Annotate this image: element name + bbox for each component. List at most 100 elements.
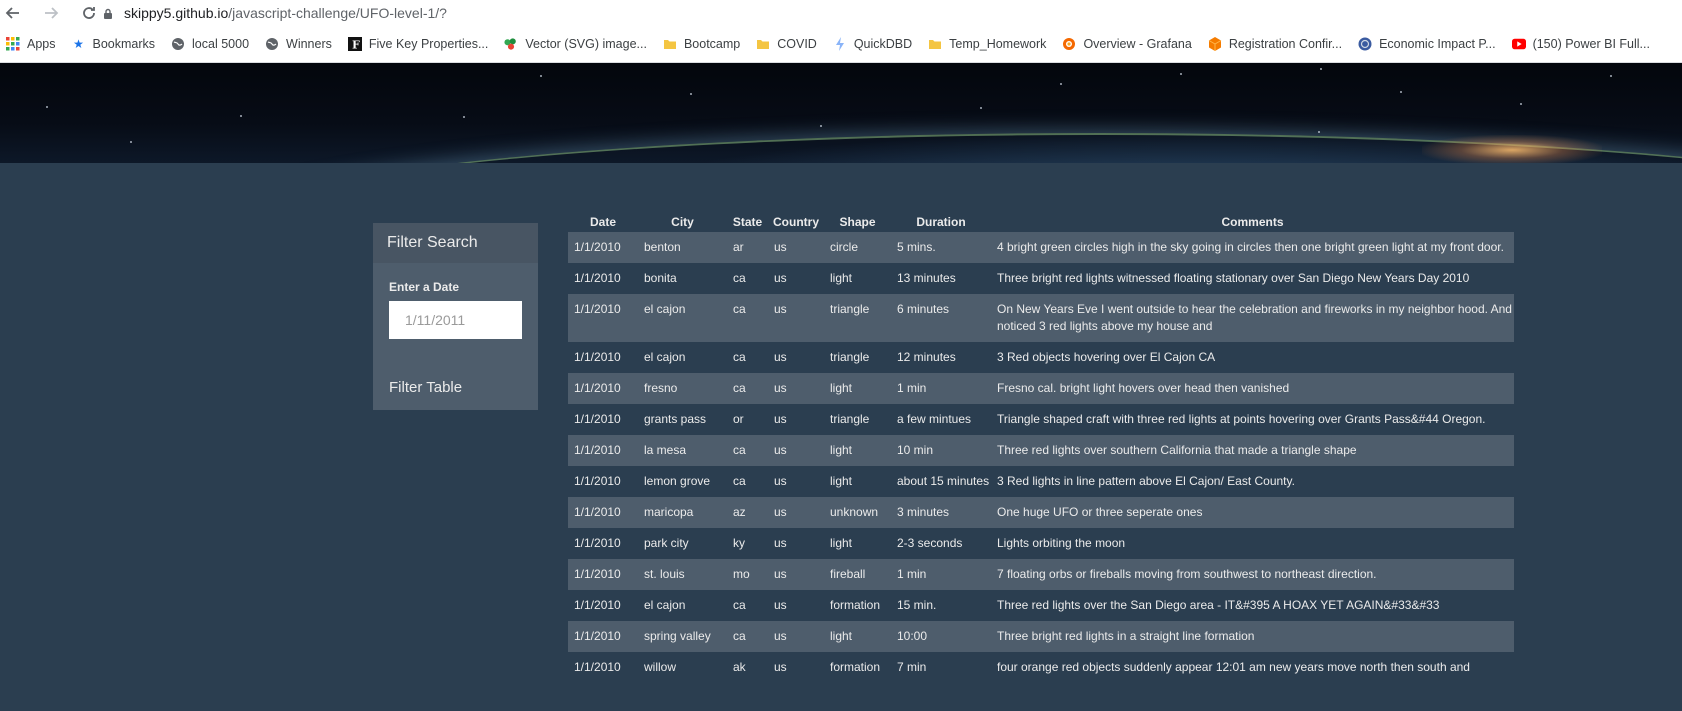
- cell-city: willow: [644, 660, 677, 674]
- cell-state: ca: [733, 350, 746, 364]
- cell-state: ca: [733, 474, 746, 488]
- bookmark-item[interactable]: QuickDBD: [833, 37, 912, 51]
- lock-icon: [102, 7, 114, 19]
- table-row: 1/1/2010 spring valley ca us light 10:00 Three…: [568, 621, 1514, 652]
- bookmark-item[interactable]: COVID: [756, 37, 817, 51]
- bookmark-item[interactable]: Overview - Grafana: [1062, 37, 1192, 51]
- star: [980, 107, 982, 109]
- bookmark-label: Winners: [286, 37, 332, 51]
- cell-duration: 2-3 seconds: [897, 536, 963, 550]
- cell-date: 1/1/2010: [574, 443, 621, 457]
- back-arrow-icon[interactable]: [0, 0, 26, 26]
- cell-country: us: [774, 629, 787, 643]
- table-row: 1/1/2010 fresno ca us light 1 min Fresno cal. …: [568, 373, 1514, 404]
- column-header: Duration: [916, 215, 966, 229]
- date-input[interactable]: [389, 301, 522, 339]
- bookmark-label: Temp_Homework: [949, 37, 1047, 51]
- table-body: 1/1/2010 benton ar us circle 5 mins. 4 bright …: [568, 232, 1514, 683]
- bookmark-item[interactable]: Temp_Homework: [928, 37, 1046, 51]
- table-row: 1/1/2010 maricopa az us unknown 3 minutes One …: [568, 497, 1514, 528]
- bookmark-item[interactable]: ★ Bookmarks: [72, 37, 155, 51]
- cell-city: park city: [644, 536, 689, 550]
- bookmark-item[interactable]: F Five Key Properties...: [347, 37, 488, 51]
- table-row: 1/1/2010 lemon grove ca us light about 15 min…: [568, 466, 1514, 497]
- cell-duration: 3 minutes: [897, 505, 950, 519]
- cell-city: grants pass: [644, 412, 707, 426]
- cell-shape: formation: [830, 660, 881, 674]
- cell-shape: light: [830, 536, 853, 550]
- table-row: 1/1/2010 la mesa ca us light 10 min Three red …: [568, 435, 1514, 466]
- cell-city: la mesa: [644, 443, 687, 457]
- cell-country: us: [774, 240, 787, 254]
- star: [1320, 68, 1322, 70]
- cell-comments: One huge UFO or three seperate ones: [997, 505, 1203, 519]
- bookmark-label: Vector (SVG) image...: [525, 37, 647, 51]
- star: [1180, 73, 1182, 75]
- cell-city: el cajon: [644, 350, 686, 364]
- cell-country: us: [774, 598, 787, 612]
- bookmark-item[interactable]: local 5000: [171, 37, 249, 51]
- table-row: 1/1/2010 st. louis mo us fireball 1 min 7 floa…: [568, 559, 1514, 590]
- folder-icon: [928, 37, 942, 51]
- bookmark-item[interactable]: (150) Power BI Full...: [1511, 37, 1650, 51]
- cell-state: ar: [733, 240, 744, 254]
- cell-comments: 3 Red objects hovering over El Cajon CA: [997, 350, 1216, 364]
- table-header-row: Date City State Country Shape Duration Comment…: [568, 212, 1514, 232]
- cell-comments: Triangle shaped craft with three red lig…: [997, 412, 1486, 426]
- cell-country: us: [774, 567, 787, 581]
- cell-date: 1/1/2010: [574, 505, 621, 519]
- filter-panel: Filter Search Enter a Date Filter Table: [373, 223, 538, 410]
- address-bar[interactable]: skippy5.github.io/javascript-challenge/U…: [102, 0, 447, 26]
- cell-city: el cajon: [644, 302, 686, 316]
- table-row: 1/1/2010 park city ky us light 2-3 seconds Lig…: [568, 528, 1514, 559]
- cell-date: 1/1/2010: [574, 660, 621, 674]
- cell-comments: 7 floating orbs or fireballs moving from…: [997, 567, 1377, 581]
- cell-date: 1/1/2010: [574, 350, 621, 364]
- cell-date: 1/1/2010: [574, 412, 621, 426]
- cell-state: or: [733, 412, 744, 426]
- cell-duration: 10 min: [897, 443, 934, 457]
- bookmark-item[interactable]: Bootcamp: [663, 37, 740, 51]
- cell-state: az: [733, 505, 746, 519]
- bookmark-item[interactable]: Apps: [6, 37, 56, 51]
- cell-city: spring valley: [644, 629, 711, 643]
- cell-country: us: [774, 302, 787, 316]
- cell-date: 1/1/2010: [574, 567, 621, 581]
- bookmark-label: Bootcamp: [683, 37, 741, 51]
- cell-duration: 1 min: [897, 567, 927, 581]
- cell-shape: light: [830, 271, 853, 285]
- cell-date: 1/1/2010: [574, 302, 621, 316]
- column-header: Country: [773, 215, 819, 229]
- cell-state: mo: [733, 567, 750, 581]
- cell-city: benton: [644, 240, 681, 254]
- cell-state: ca: [733, 629, 746, 643]
- bookmark-label: Overview - Grafana: [1083, 37, 1192, 51]
- cell-state: ky: [733, 536, 745, 550]
- cell-city: fresno: [644, 381, 678, 395]
- cell-shape: light: [830, 381, 853, 395]
- filter-table-button[interactable]: Filter Table: [389, 379, 462, 396]
- cell-comments: Three red lights over the San Diego area…: [997, 598, 1440, 612]
- star: [1318, 131, 1320, 133]
- bookmark-label: Economic Impact P...: [1379, 37, 1496, 51]
- cell-duration: 1 min: [897, 381, 927, 395]
- filter-panel-title: Filter Search: [373, 223, 538, 263]
- cell-duration: a few mintues: [897, 412, 972, 426]
- url-path: /javascript-challenge/UFO-level-1/?: [228, 5, 447, 21]
- folder-icon: [756, 37, 770, 51]
- cell-duration: 7 min: [897, 660, 927, 674]
- globe-icon: [265, 37, 279, 51]
- bookmark-item[interactable]: Vector (SVG) image...: [504, 37, 647, 51]
- bookmark-item[interactable]: Winners: [265, 37, 332, 51]
- forward-arrow-icon[interactable]: [38, 0, 64, 26]
- cell-shape: circle: [830, 240, 859, 254]
- cell-country: us: [774, 536, 787, 550]
- reload-icon[interactable]: [76, 0, 102, 26]
- star: [463, 116, 465, 118]
- cell-shape: light: [830, 443, 853, 457]
- bookmark-label: Apps: [27, 37, 56, 51]
- bookmark-item[interactable]: Economic Impact P...: [1358, 37, 1496, 51]
- cell-date: 1/1/2010: [574, 240, 621, 254]
- bookmark-item[interactable]: Registration Confir...: [1208, 37, 1342, 51]
- ufo-sightings-table: Date City State Country Shape Duration Comment…: [568, 212, 1514, 683]
